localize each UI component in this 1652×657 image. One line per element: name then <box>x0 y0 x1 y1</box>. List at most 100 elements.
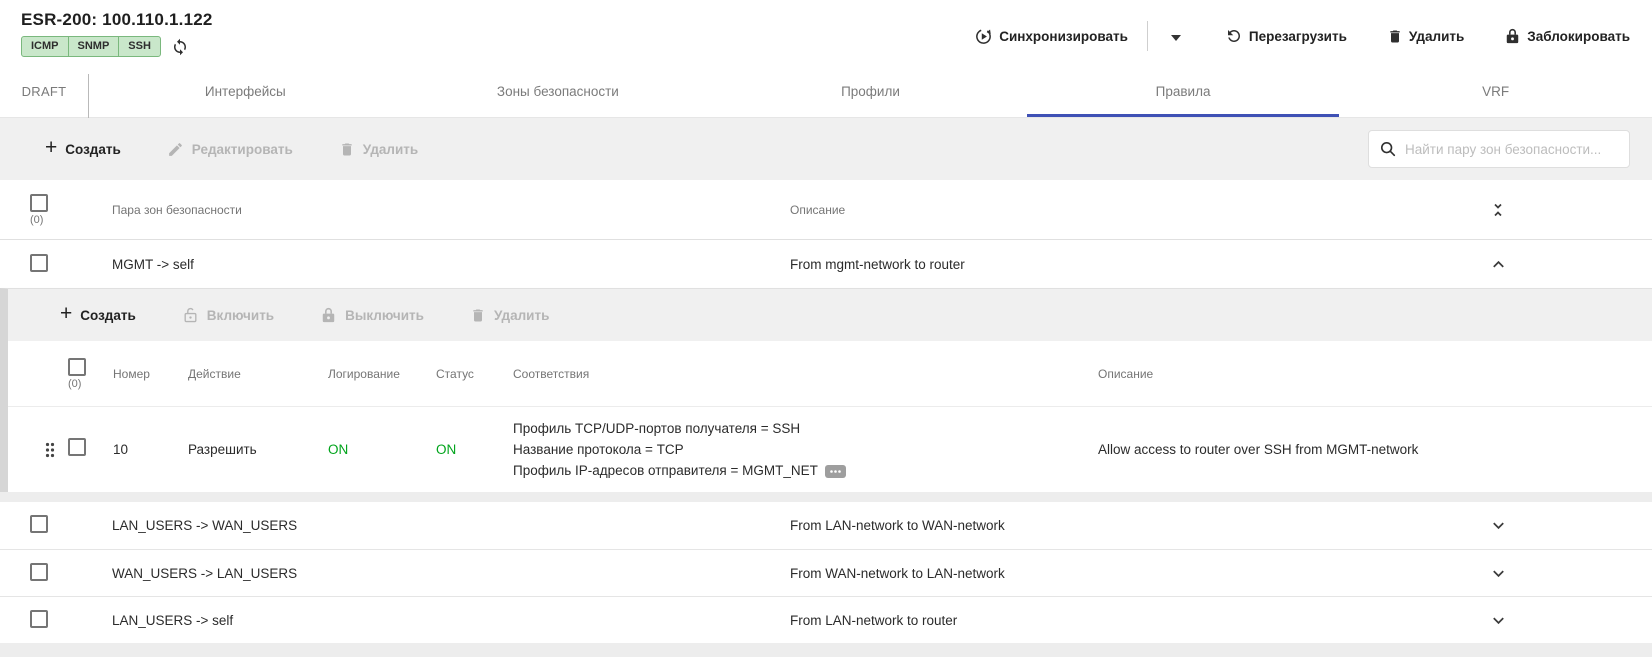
zone-pair-description: From WAN-network to LAN-network <box>790 566 1482 581</box>
row-checkbox[interactable] <box>30 254 48 272</box>
device-page: ESR-200: 100.110.1.122 ICMP SNMP SSH <box>0 0 1652 657</box>
select-all-checkbox[interactable] <box>30 194 48 212</box>
delete-device-button[interactable]: Удалить <box>1387 28 1464 45</box>
plus-icon: + <box>45 139 57 157</box>
collapse-all-icon[interactable] <box>1490 202 1506 218</box>
chevron-down-icon[interactable] <box>1490 565 1507 582</box>
lock-open-icon <box>182 306 199 324</box>
sync-button[interactable]: Синхронизировать <box>974 27 1128 46</box>
device-header: ESR-200: 100.110.1.122 ICMP SNMP SSH <box>0 0 1652 66</box>
zone-pair-row-wan-lan[interactable]: WAN_USERS -> LAN_USERS From WAN-network … <box>0 549 1652 596</box>
zone-pair-label: LAN_USERS -> WAN_USERS <box>112 518 790 533</box>
rule-action: Разрешить <box>180 442 320 457</box>
tabs: Интерфейсы Зоны безопасности Профили Пра… <box>89 66 1652 117</box>
zone-pair-label: MGMT -> self <box>112 257 790 272</box>
rule-match-list: Профиль TCP/UDP-портов получателя = SSH … <box>505 408 1090 491</box>
header-divider <box>1147 21 1148 51</box>
chevron-down-icon[interactable] <box>1490 517 1507 534</box>
edit-zone-pair-label: Редактировать <box>192 142 293 157</box>
rules-toolbar: + Создать Включить <box>8 289 1652 341</box>
zone-pair-description: From mgmt-network to router <box>790 257 1482 272</box>
column-header-match: Соответствия <box>505 367 1090 381</box>
column-header-pair: Пара зон безопасности <box>112 203 790 217</box>
plus-icon: + <box>60 305 72 323</box>
panel-gap <box>0 492 1652 502</box>
selected-count: (0) <box>30 214 43 226</box>
trash-icon <box>1387 28 1403 45</box>
delete-rule-label: Удалить <box>494 308 549 323</box>
enable-rule-button[interactable]: Включить <box>182 306 274 324</box>
row-checkbox[interactable] <box>30 515 48 533</box>
zone-pair-description: From LAN-network to router <box>790 613 1482 628</box>
sync-dropdown-button[interactable] <box>1165 25 1187 48</box>
zone-pairs-table-header: (0) Пара зон безопасности Описание <box>0 180 1652 240</box>
rule-logging-value: ON <box>320 442 428 457</box>
row-checkbox[interactable] <box>30 610 48 628</box>
tab-bar: DRAFT Интерфейсы Зоны безопасности Профи… <box>0 66 1652 118</box>
protocol-badge-row: ICMP SNMP SSH <box>21 36 213 57</box>
column-header-status: Статус <box>428 367 505 381</box>
zone-pair-description: From LAN-network to WAN-network <box>790 518 1482 533</box>
chevron-down-icon[interactable] <box>1490 612 1507 629</box>
search-input[interactable] <box>1405 142 1619 157</box>
column-header-rule-description: Описание <box>1090 367 1652 381</box>
refresh-status-icon[interactable] <box>171 38 189 56</box>
rule-checkbox[interactable] <box>68 438 86 456</box>
column-header-logging: Логирование <box>320 367 428 381</box>
delete-zone-pair-button[interactable]: Удалить <box>339 141 418 158</box>
create-rule-button[interactable]: + Создать <box>60 307 136 323</box>
create-zone-pair-button[interactable]: + Создать <box>45 141 121 157</box>
edit-zone-pair-button[interactable]: Редактировать <box>167 141 293 158</box>
column-header-action: Действие <box>180 367 320 381</box>
zone-pair-row-lan-wan[interactable]: LAN_USERS -> WAN_USERS From LAN-network … <box>0 502 1652 549</box>
lock-device-button-label: Заблокировать <box>1527 29 1630 44</box>
tab-vrf[interactable]: VRF <box>1339 66 1652 117</box>
zone-pair-row-lan-self[interactable]: LAN_USERS -> self From LAN-network to ro… <box>0 596 1652 643</box>
lock-icon <box>1504 27 1521 45</box>
badge-ssh: SSH <box>118 36 161 57</box>
zone-pair-row-mgmt-self[interactable]: MGMT -> self From mgmt-network to router <box>0 240 1652 288</box>
rule-number: 10 <box>105 442 180 457</box>
caret-down-icon <box>1171 35 1181 41</box>
disable-rule-button[interactable]: Выключить <box>320 306 424 324</box>
zone-pairs-toolbar: + Создать Редактировать Удалить <box>0 118 1652 180</box>
row-checkbox[interactable] <box>30 563 48 581</box>
create-zone-pair-label: Создать <box>65 142 121 157</box>
device-title-block: ESR-200: 100.110.1.122 ICMP SNMP SSH <box>21 10 213 57</box>
pencil-icon <box>167 141 184 158</box>
badge-snmp: SNMP <box>68 36 120 57</box>
delete-zone-pair-label: Удалить <box>363 142 418 157</box>
tab-interfaces[interactable]: Интерфейсы <box>89 66 402 117</box>
zone-pair-label: LAN_USERS -> self <box>112 613 790 628</box>
column-header-description: Описание <box>790 203 1482 217</box>
rules-selected-count: (0) <box>68 378 81 390</box>
drag-handle-icon[interactable] <box>44 441 56 459</box>
delete-rule-button[interactable]: Удалить <box>470 307 549 324</box>
more-icon[interactable] <box>825 465 846 478</box>
search-box <box>1368 130 1630 168</box>
rules-table-header: (0) Номер Действие Логирование Статус Со… <box>8 341 1652 406</box>
column-header-number: Номер <box>105 367 180 381</box>
reboot-icon <box>1225 27 1243 45</box>
trash-icon <box>470 307 486 324</box>
badge-icmp: ICMP <box>21 36 69 57</box>
rules-panel: + Создать Включить <box>0 288 1652 492</box>
bottom-strip <box>0 643 1652 657</box>
reboot-button[interactable]: Перезагрузить <box>1225 27 1347 45</box>
delete-device-button-label: Удалить <box>1409 29 1464 44</box>
rule-match-line: Профиль IP-адресов отправителя = MGMT_NE… <box>513 460 1090 481</box>
disable-rule-label: Выключить <box>345 308 424 323</box>
tab-profiles[interactable]: Профили <box>714 66 1027 117</box>
sync-button-label: Синхронизировать <box>999 29 1128 44</box>
draft-label: DRAFT <box>0 66 88 117</box>
tab-security-zones[interactable]: Зоны безопасности <box>402 66 715 117</box>
rule-row[interactable]: 10 Разрешить ON ON Профиль TCP/UDP-порто… <box>8 406 1652 492</box>
chevron-up-icon[interactable] <box>1490 256 1507 273</box>
tab-rules[interactable]: Правила <box>1027 66 1340 117</box>
zone-pair-label: WAN_USERS -> LAN_USERS <box>112 566 790 581</box>
lock-device-button[interactable]: Заблокировать <box>1504 27 1630 45</box>
select-all-rules-checkbox[interactable] <box>68 358 86 376</box>
search-icon <box>1379 140 1397 158</box>
rule-match-line: Профиль TCP/UDP-портов получателя = SSH <box>513 418 1090 439</box>
lock-closed-icon <box>320 306 337 324</box>
